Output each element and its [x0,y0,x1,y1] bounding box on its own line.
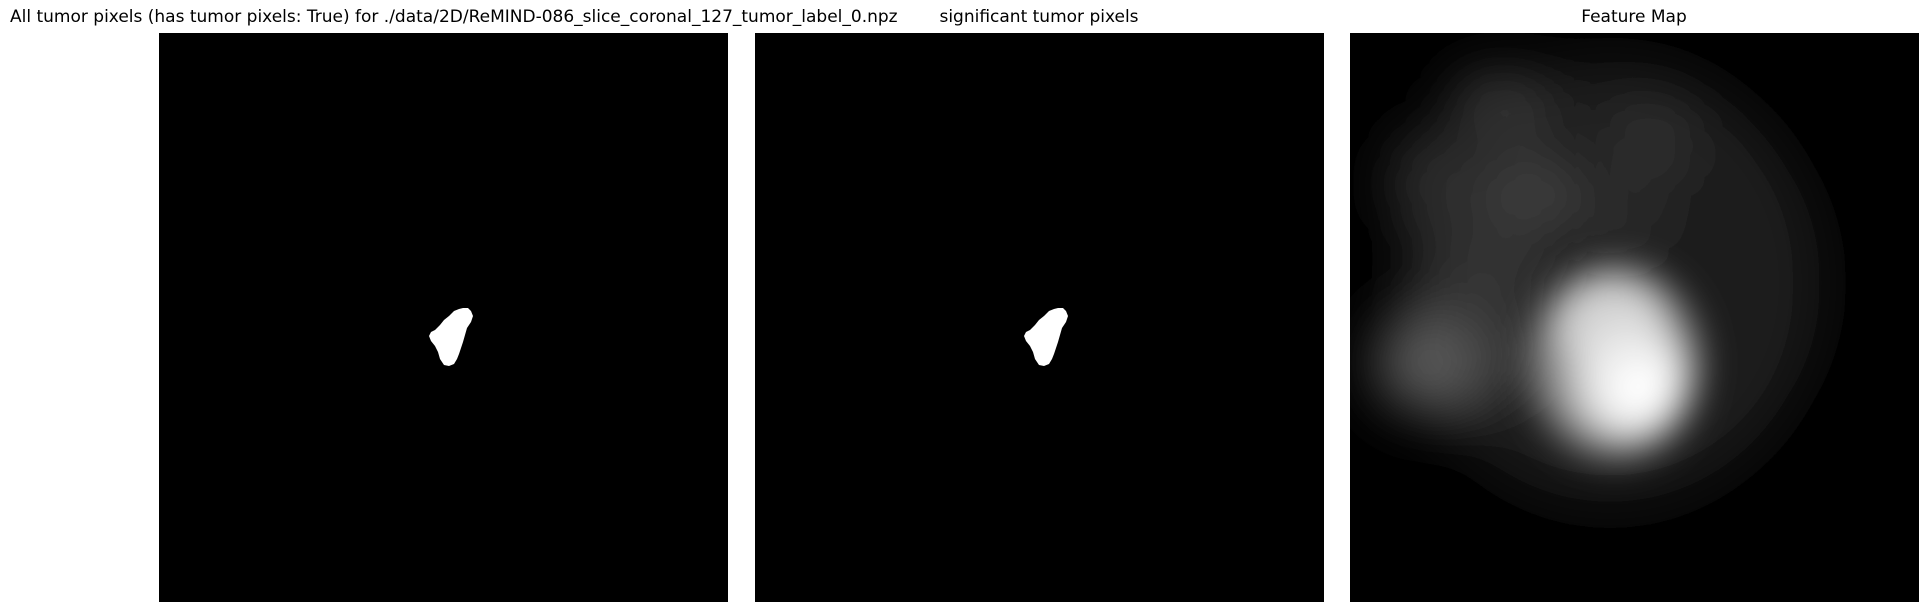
tumor-mask-shape [429,308,473,366]
feature-map-image [1350,33,1919,602]
all-tumor-pixels-image [159,33,728,602]
all-tumor-pixels-title: All tumor pixels (has tumor pixels: True… [10,7,898,27]
feature-map-svg [1375,63,1820,503]
significant-tumor-mask-shape [1024,308,1068,366]
feature-map-title: Feature Map [1581,7,1687,27]
all-tumor-mask-svg [429,308,473,366]
significant-tumor-mask-svg [1024,308,1068,366]
significant-tumor-pixels-image [755,33,1324,602]
feature-map-hotspot [1530,268,1700,458]
significant-tumor-pixels-title: significant tumor pixels [939,7,1139,27]
